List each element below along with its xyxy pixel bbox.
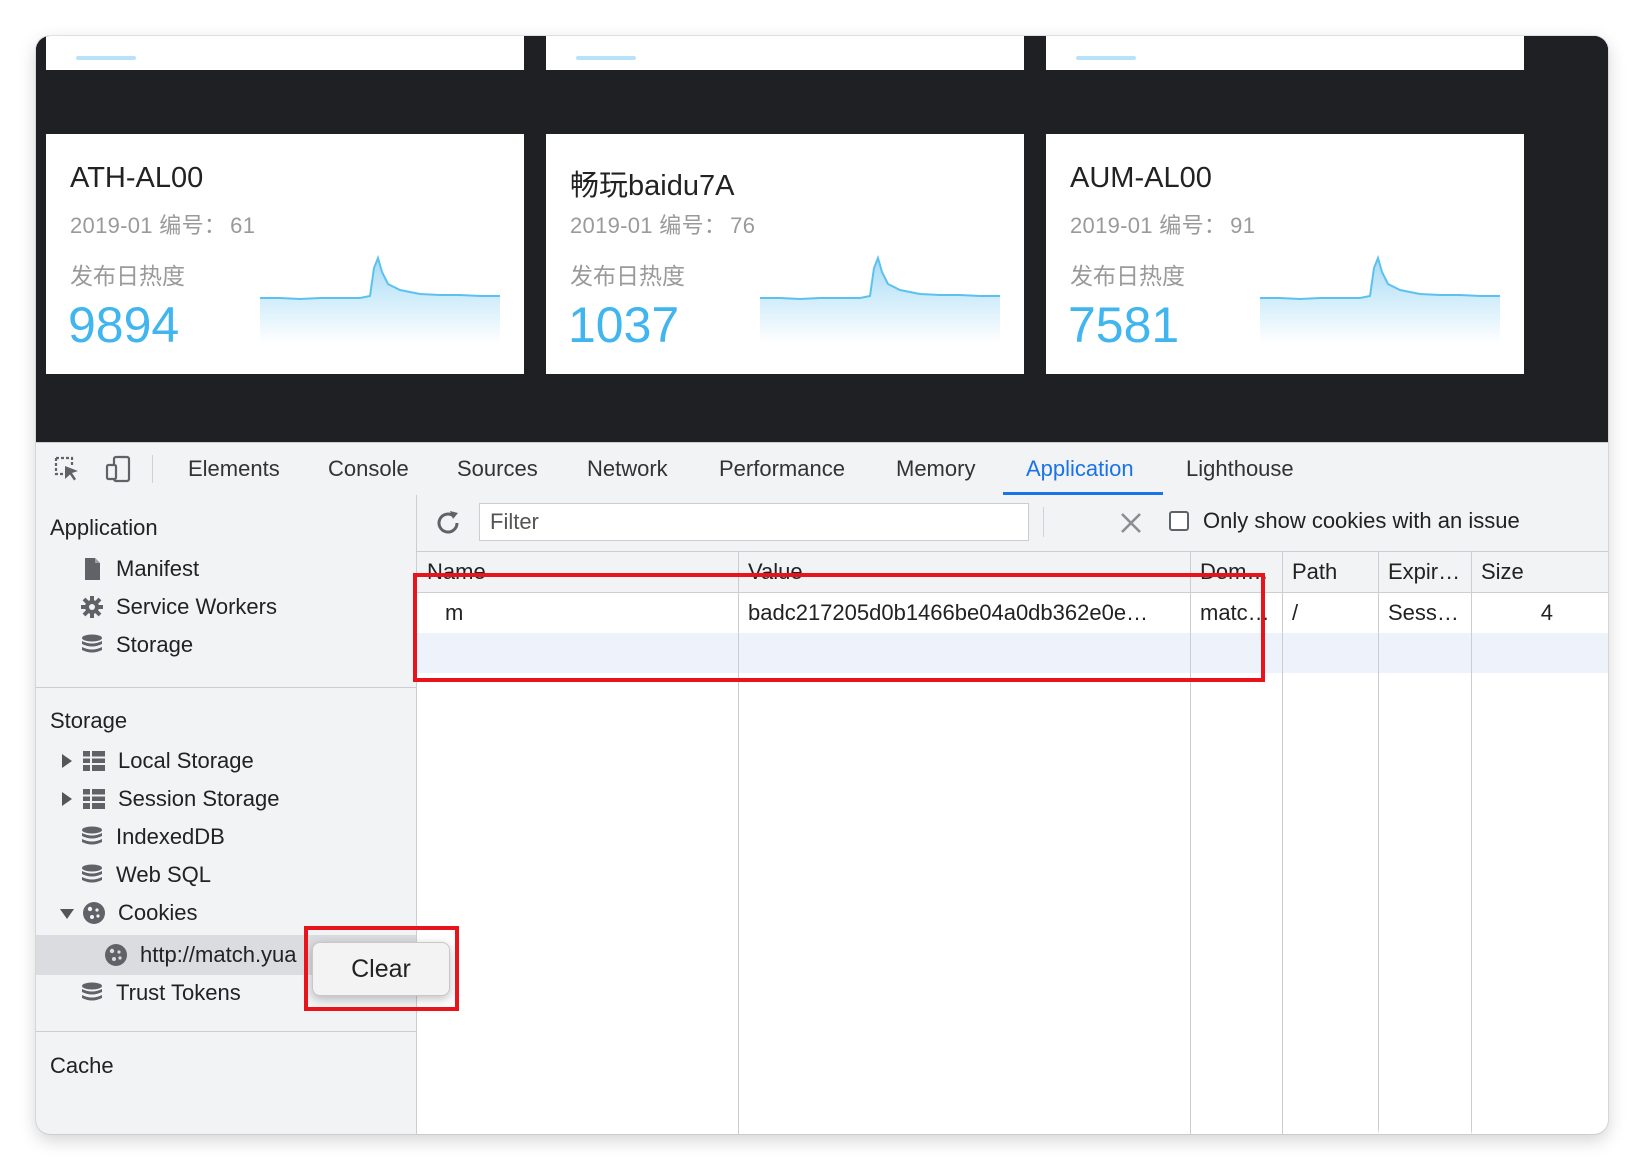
tab-elements[interactable]: Elements bbox=[188, 443, 280, 495]
database-icon bbox=[82, 634, 102, 653]
application-sidebar: Application Manifest Service Workers Sto… bbox=[36, 495, 417, 1134]
table-grid-icon bbox=[83, 751, 105, 771]
cookie-size: 4 bbox=[1540, 600, 1553, 625]
section-storage-title: Storage bbox=[50, 708, 128, 733]
tab-sources[interactable]: Sources bbox=[457, 443, 538, 495]
card-top-partial bbox=[546, 36, 1024, 70]
database-icon bbox=[82, 982, 102, 1001]
filter-input[interactable] bbox=[479, 503, 1029, 541]
card-subtitle: 2019-01 编号： 91 bbox=[1070, 213, 1256, 238]
tab-memory[interactable]: Memory bbox=[896, 443, 975, 495]
tab-console[interactable]: Console bbox=[328, 443, 409, 495]
collapse-arrow-icon[interactable] bbox=[60, 909, 74, 919]
card-title: 畅玩baidu7A bbox=[570, 170, 735, 202]
clear-all-icon[interactable] bbox=[1117, 509, 1145, 537]
refresh-icon[interactable] bbox=[433, 508, 463, 538]
only-issues-label: Only show cookies with an issue bbox=[1203, 508, 1520, 533]
card-title: ATH-AL00 bbox=[70, 162, 204, 194]
card-heat-label: 发布日热度 bbox=[70, 263, 185, 289]
sparkline-area bbox=[760, 258, 1000, 344]
cookie-icon bbox=[83, 902, 105, 924]
card-subtitle: 2019-01 编号： 61 bbox=[70, 213, 256, 238]
card-subtitle: 2019-01 编号： 76 bbox=[570, 213, 756, 238]
highlight-box-clear bbox=[304, 926, 459, 1011]
cookie-expires: Sess… bbox=[1388, 600, 1459, 625]
section-cache-title: Cache bbox=[50, 1053, 114, 1078]
card-top-partial bbox=[46, 36, 524, 70]
gear-icon bbox=[81, 596, 103, 618]
column-header-size[interactable]: Size bbox=[1471, 552, 1551, 592]
page-content: ATH-AL00 2019-01 编号： 61 发布日热度 9894 畅玩baid… bbox=[36, 36, 1608, 465]
device-card[interactable]: AUM-AL00 2019-01 编号： 91 发布日热度 7581 bbox=[1046, 134, 1524, 374]
card-heat-label: 发布日热度 bbox=[570, 263, 685, 289]
column-header-expires[interactable]: Expir… bbox=[1378, 552, 1471, 592]
sparkline-chart bbox=[760, 254, 1000, 344]
card-heat-value: 7581 bbox=[1068, 297, 1180, 353]
sparkline-chart bbox=[260, 254, 500, 344]
card-heat-value: 9894 bbox=[68, 297, 180, 353]
sparkline-chart bbox=[1260, 254, 1500, 344]
sparkline-area bbox=[260, 258, 500, 344]
cookie-path: / bbox=[1292, 600, 1299, 625]
tab-performance[interactable]: Performance bbox=[719, 443, 845, 495]
file-icon bbox=[85, 558, 100, 580]
card-heat-label: 发布日热度 bbox=[1070, 263, 1185, 289]
column-header-path[interactable]: Path bbox=[1282, 552, 1378, 592]
section-application-title: Application bbox=[50, 515, 158, 540]
card-top-partial bbox=[1046, 36, 1524, 70]
devtools-tabbar: Elements Console Sources Network Perform… bbox=[36, 442, 1608, 496]
expand-arrow-icon[interactable] bbox=[62, 754, 72, 768]
tab-lighthouse[interactable]: Lighthouse bbox=[1186, 443, 1294, 495]
watermark-text: https://blog.csdn.net/weixin_444240 bbox=[1336, 1124, 1575, 1134]
card-heat-value: 1037 bbox=[568, 297, 680, 353]
database-icon bbox=[82, 864, 102, 883]
table-grid-icon bbox=[83, 789, 105, 809]
cookies-toolbar: Only show cookies with an issue bbox=[417, 495, 1608, 552]
devtools-panel: Elements Console Sources Network Perform… bbox=[36, 442, 1608, 1134]
database-icon bbox=[82, 826, 102, 845]
highlight-box-cookie-row bbox=[413, 573, 1265, 682]
device-toggle-icon[interactable] bbox=[104, 454, 134, 484]
card-title: AUM-AL00 bbox=[1070, 162, 1212, 194]
expand-arrow-icon[interactable] bbox=[62, 792, 72, 806]
device-card[interactable]: 畅玩baidu7A 2019-01 编号： 76 发布日热度 1037 bbox=[546, 134, 1024, 374]
only-issues-checkbox[interactable] bbox=[1169, 511, 1189, 531]
cookie-icon bbox=[105, 944, 127, 966]
tab-application[interactable]: Application bbox=[1026, 443, 1134, 495]
sparkline-area bbox=[1260, 258, 1500, 344]
tab-network[interactable]: Network bbox=[587, 443, 668, 495]
inspect-element-icon[interactable] bbox=[52, 454, 82, 484]
device-card[interactable]: ATH-AL00 2019-01 编号： 61 发布日热度 9894 bbox=[46, 134, 524, 374]
